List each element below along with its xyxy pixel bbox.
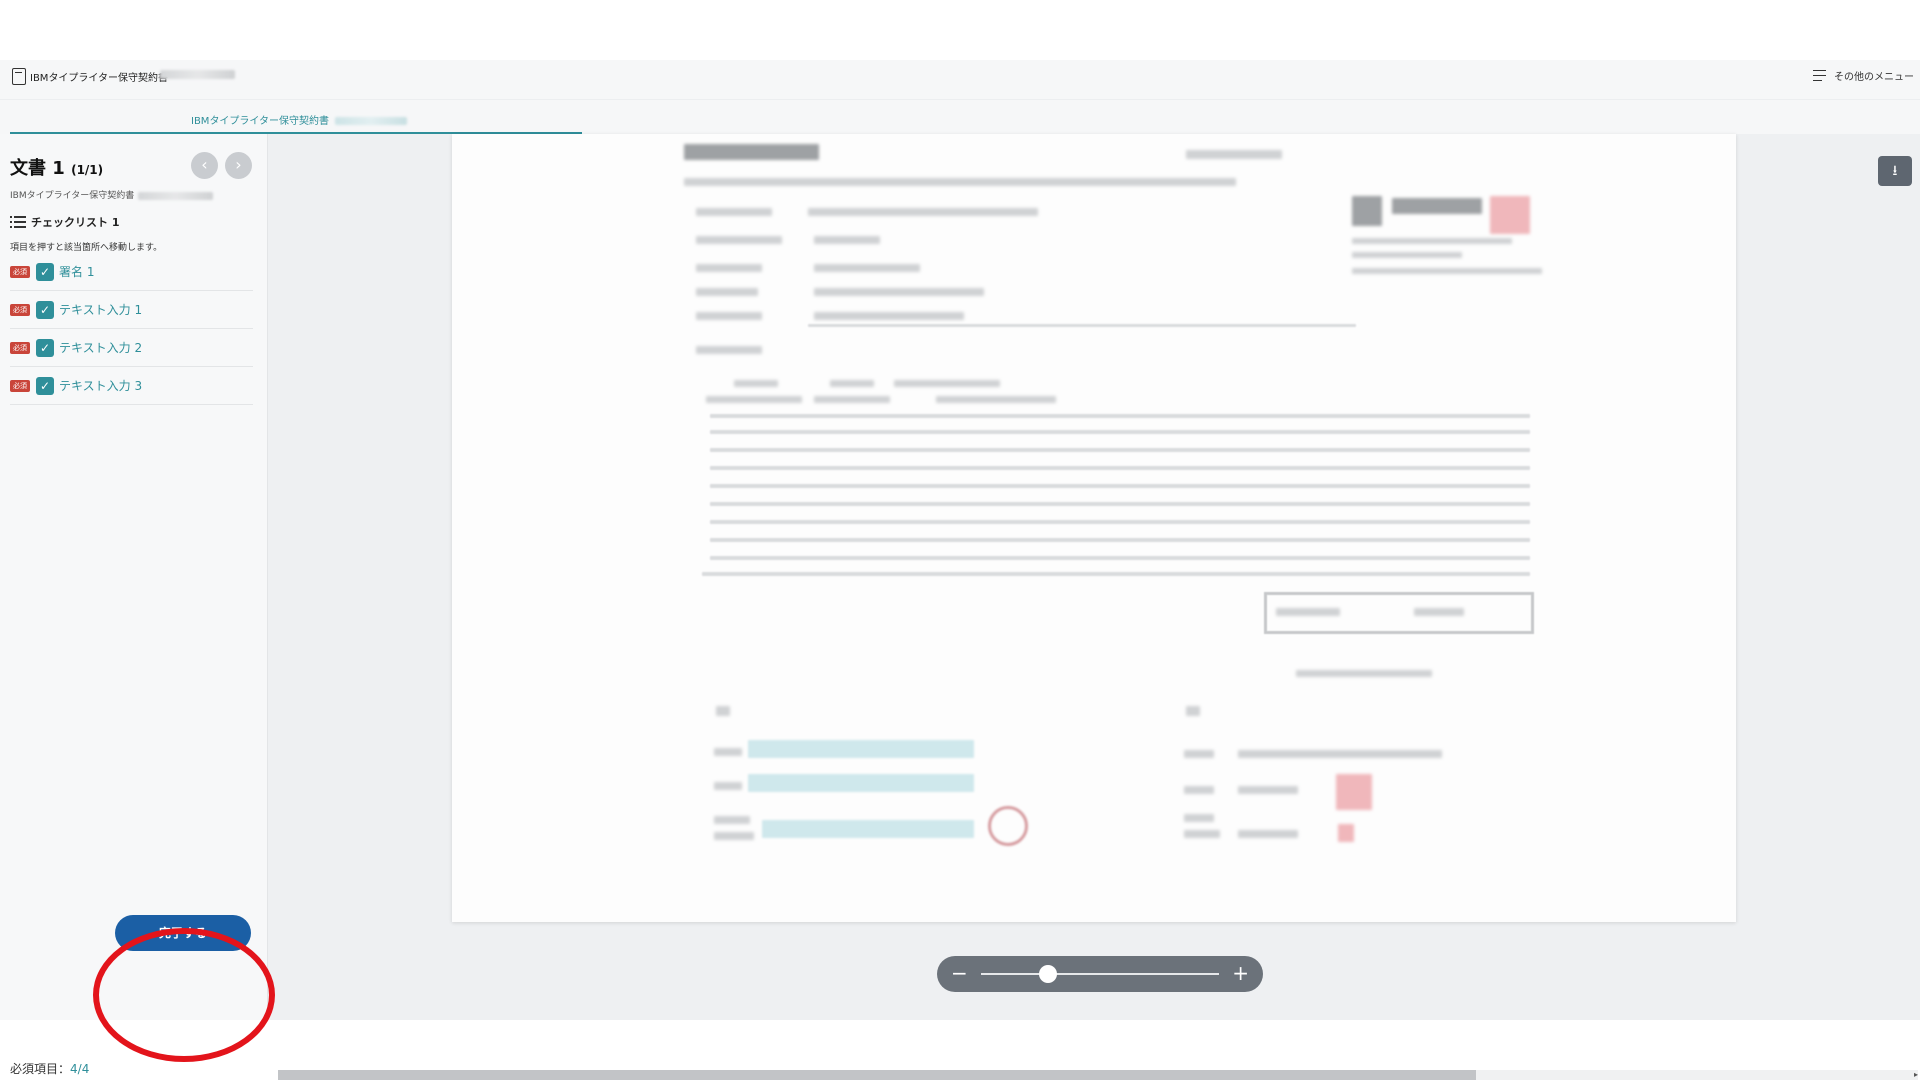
list-icon xyxy=(10,216,26,228)
checklist-item-label: 署名 1 xyxy=(59,265,95,279)
checklist-item-label: テキスト入力 3 xyxy=(59,379,143,393)
checkmark-icon: ✓ xyxy=(36,376,54,395)
chevron-right-icon: › xyxy=(235,155,242,174)
required-badge: 必須 xyxy=(10,341,30,354)
checklist-header: チェックリスト 1 xyxy=(10,214,119,230)
checklist-item-label: テキスト入力 2 xyxy=(59,341,143,355)
checklist-item-text-input-2[interactable]: 必須 ✓ テキスト入力 2 xyxy=(10,329,253,367)
highlight-circle xyxy=(93,928,275,1062)
document-subtitle-text: IBMタイプライター保守契約書 xyxy=(10,191,135,201)
horizontal-scrollbar[interactable]: ▸ xyxy=(278,1070,1918,1080)
zoom-in-button[interactable]: + xyxy=(1232,961,1249,985)
redacted-subtitle-suffix xyxy=(138,191,214,200)
document-icon xyxy=(12,68,26,85)
checkmark-icon: ✓ xyxy=(36,300,54,319)
top-bar: IBMタイプライター保守契約書 その他のメニュー xyxy=(0,60,1920,100)
other-menu-button[interactable]: その他のメニュー xyxy=(1813,68,1914,83)
required-badge: 必須 xyxy=(10,303,30,316)
chevron-left-icon: ‹ xyxy=(201,155,208,174)
document-heading: 文書 1 (1/1) xyxy=(10,154,103,180)
checklist-item-label: テキスト入力 1 xyxy=(59,303,143,317)
horizontal-scrollbar-thumb[interactable] xyxy=(278,1070,1476,1080)
scroll-right-icon[interactable]: ▸ xyxy=(1914,1070,1918,1079)
checkmark-icon: ✓ xyxy=(36,338,54,357)
checklist-hint: 項目を押すと該当箇所へ移動します。 xyxy=(10,243,163,253)
required-items-label: 必須項目： xyxy=(10,1062,71,1076)
tab-bar: IBMタイプライター保守契約書 xyxy=(0,100,1920,134)
other-menu-label: その他のメニュー xyxy=(1834,72,1914,83)
checklist-item-signature-1[interactable]: 必須 ✓ 署名 1 xyxy=(10,253,253,291)
menu-lines-icon xyxy=(1813,69,1829,82)
download-button[interactable]: ⭳ xyxy=(1878,156,1912,186)
tab-document[interactable]: IBMタイプライター保守契約書 xyxy=(10,100,582,134)
zoom-control: − + xyxy=(937,956,1263,992)
download-icon: ⭳ xyxy=(1892,163,1898,179)
required-items-status: 必須項目：4/4 xyxy=(10,1060,89,1077)
checklist-item-text-input-3[interactable]: 必須 ✓ テキスト入力 3 xyxy=(10,367,253,405)
required-badge: 必須 xyxy=(10,265,30,278)
document-title: 文書 1 xyxy=(10,158,65,179)
app-window: IBMタイプライター保守契約書 その他のメニュー IBMタイプライター保守契約書… xyxy=(0,60,1920,1080)
next-document-button[interactable]: › xyxy=(225,152,252,179)
document-subtitle: IBMタイプライター保守契約書 xyxy=(10,188,214,201)
tab-label: IBMタイプライター保守契約書 xyxy=(191,116,330,127)
app-title: IBMタイプライター保守契約書 xyxy=(30,73,169,84)
document-viewer: ⭳ − + ▸ xyxy=(268,134,1920,1080)
zoom-out-button[interactable]: − xyxy=(951,961,968,985)
checklist-item-text-input-1[interactable]: 必須 ✓ テキスト入力 1 xyxy=(10,291,253,329)
prev-document-button[interactable]: ‹ xyxy=(191,152,218,179)
checkmark-icon: ✓ xyxy=(36,262,54,281)
sidebar: 文書 1 (1/1) ‹ › IBMタイプライター保守契約書 チェックリスト 1… xyxy=(0,134,268,1076)
redacted-tab-suffix xyxy=(335,117,408,125)
redacted-title-suffix xyxy=(160,70,235,79)
required-items-count: 4/4 xyxy=(70,1062,90,1076)
checklist-title: チェックリスト 1 xyxy=(31,216,120,229)
required-badge: 必須 xyxy=(10,379,30,392)
document-page[interactable] xyxy=(452,134,1736,922)
document-counter: (1/1) xyxy=(71,163,104,177)
zoom-slider-thumb[interactable] xyxy=(1038,965,1057,983)
zoom-slider-track[interactable] xyxy=(981,973,1219,975)
